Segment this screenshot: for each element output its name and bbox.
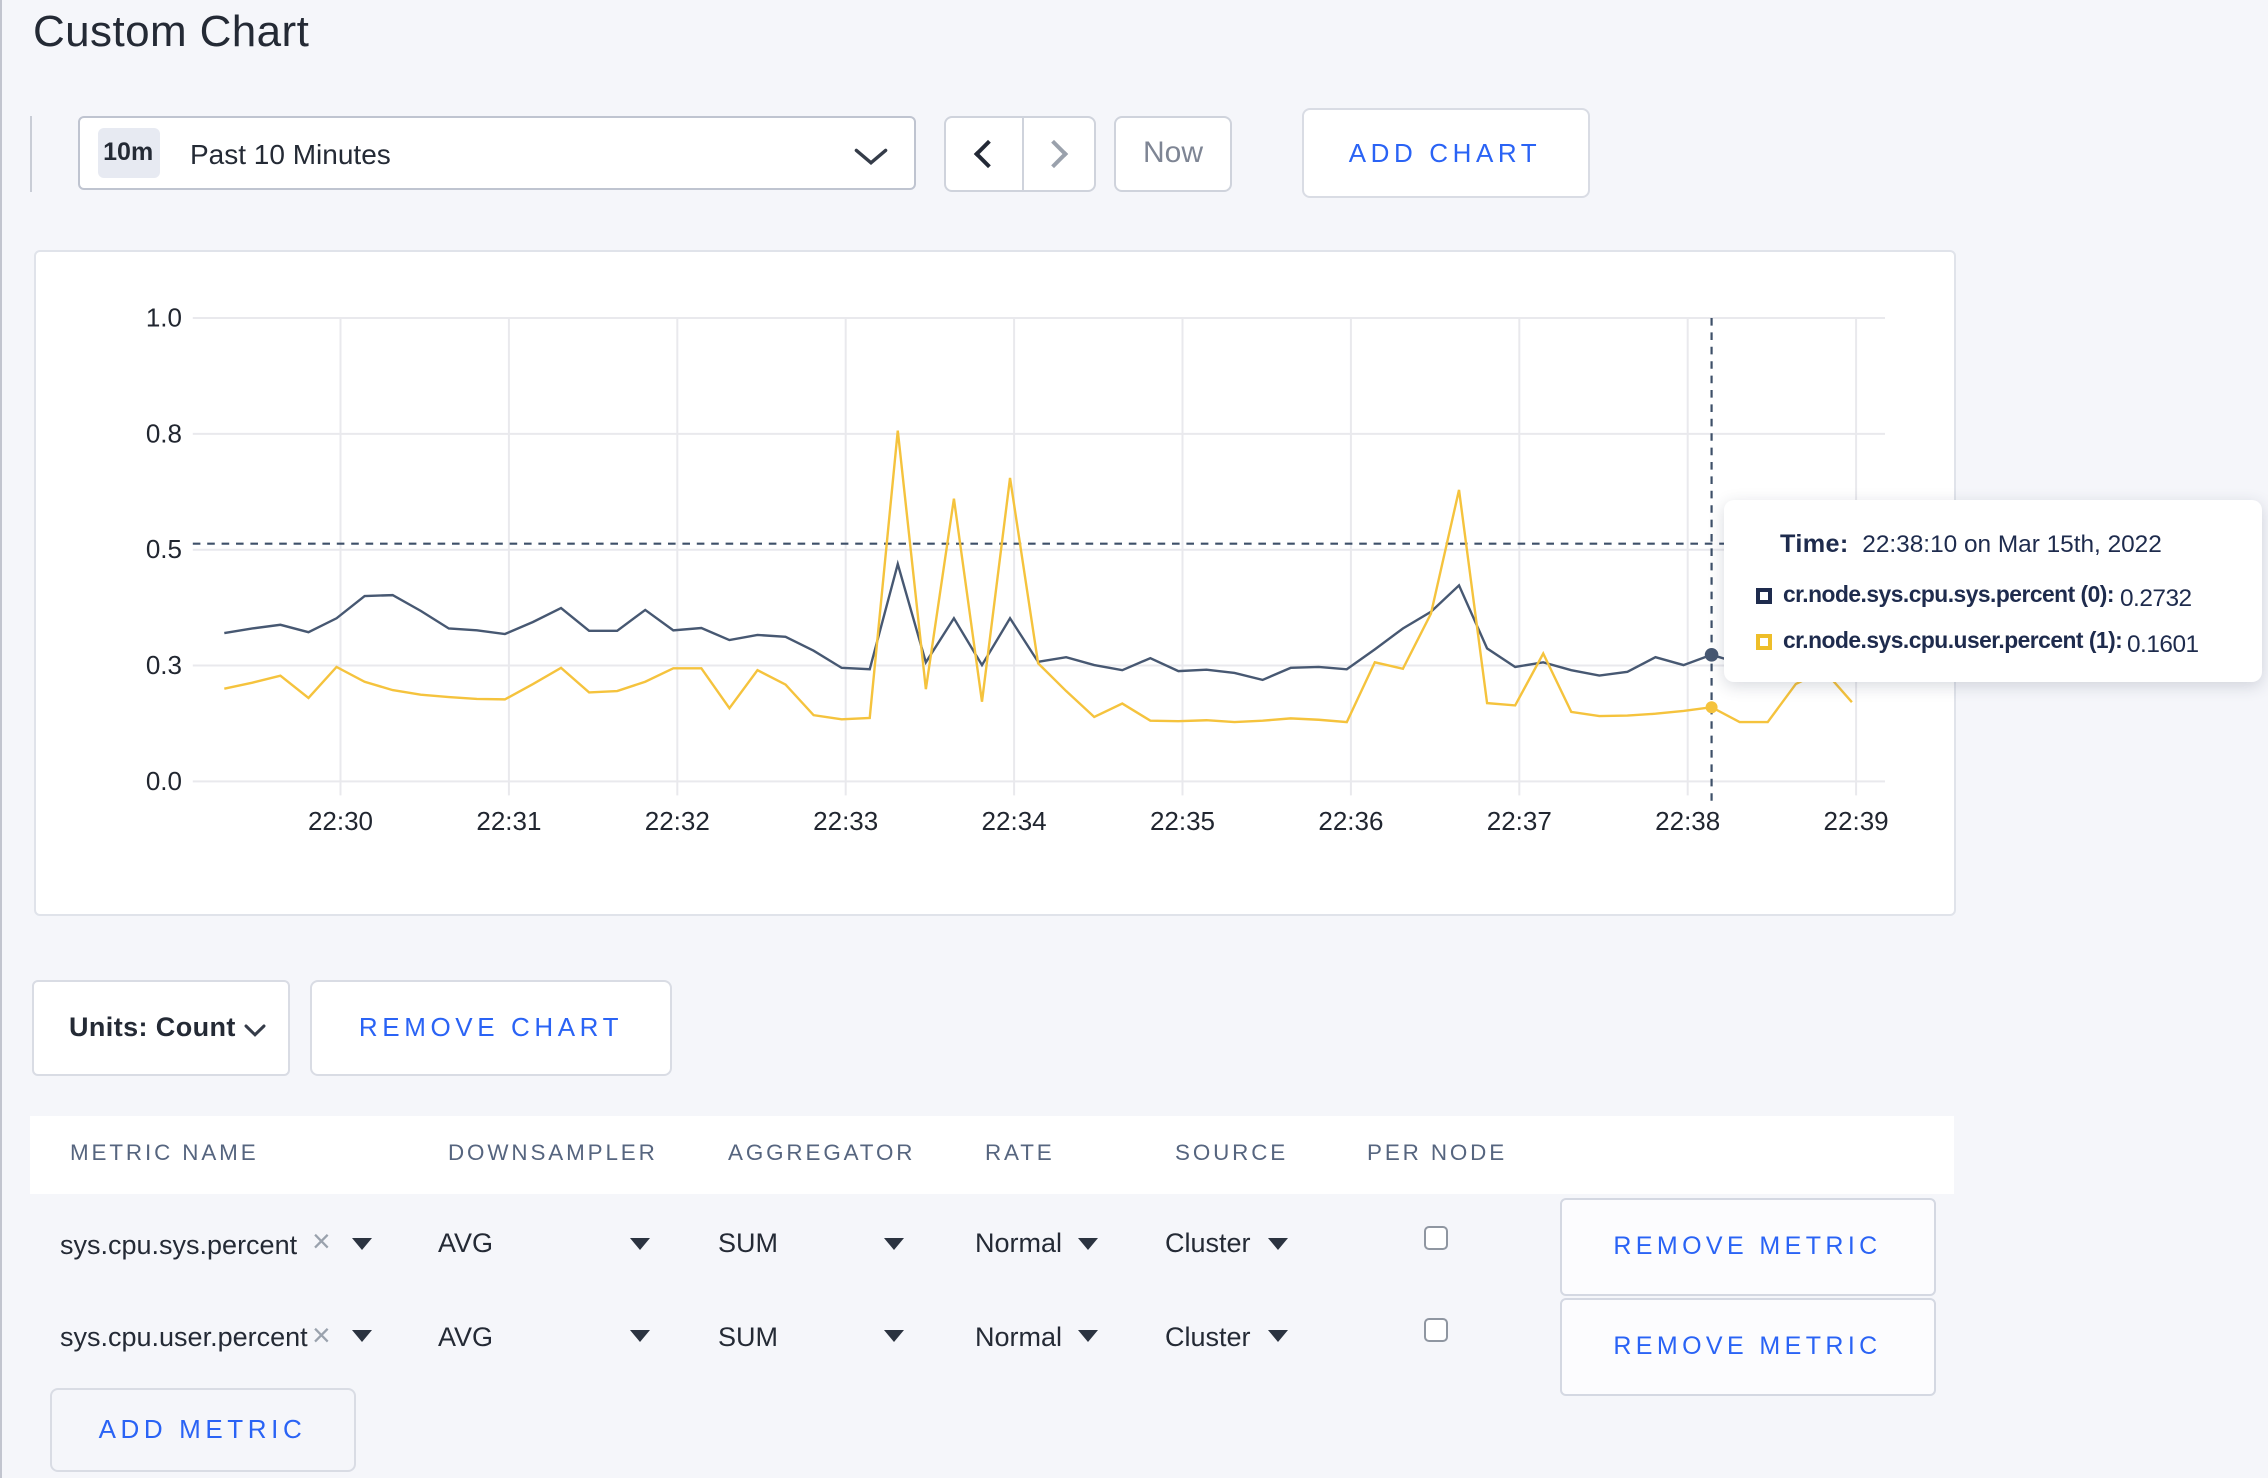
svg-text:0.8: 0.8	[146, 418, 182, 448]
svg-text:0.3: 0.3	[146, 650, 182, 680]
svg-text:22:32: 22:32	[645, 806, 710, 836]
svg-text:0.5: 0.5	[146, 534, 182, 564]
svg-text:1.0: 1.0	[146, 302, 182, 332]
svg-text:22:37: 22:37	[1487, 806, 1552, 836]
svg-text:22:34: 22:34	[982, 806, 1047, 836]
svg-text:22:33: 22:33	[813, 806, 878, 836]
svg-text:22:39: 22:39	[1824, 806, 1889, 836]
svg-text:22:35: 22:35	[1150, 806, 1215, 836]
svg-text:22:38: 22:38	[1655, 806, 1720, 836]
svg-text:22:30: 22:30	[308, 806, 373, 836]
svg-text:22:36: 22:36	[1318, 806, 1383, 836]
svg-text:22:31: 22:31	[476, 806, 541, 836]
svg-text:0.0: 0.0	[146, 766, 182, 796]
